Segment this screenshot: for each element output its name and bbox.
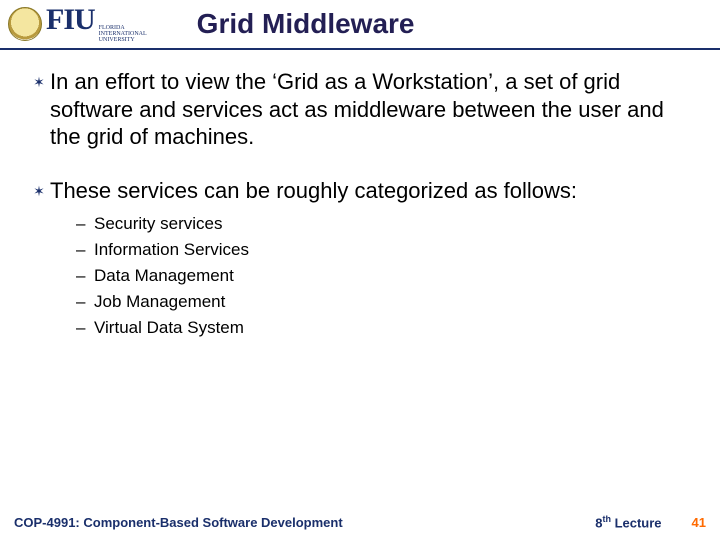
page-number: 41 bbox=[692, 515, 706, 530]
sublist-item: – Job Management bbox=[76, 292, 692, 312]
footer: COP-4991: Component-Based Software Devel… bbox=[0, 514, 720, 530]
sublist-item: – Security services bbox=[76, 214, 692, 234]
bullet-star-icon: ✶ bbox=[28, 177, 50, 200]
fiu-logo-text: FIU bbox=[46, 5, 95, 35]
slide-title: Grid Middleware bbox=[147, 8, 712, 40]
header: FIU FLORIDA INTERNATIONAL UNIVERSITY Gri… bbox=[0, 0, 720, 50]
fiu-logo: FIU FLORIDA INTERNATIONAL UNIVERSITY bbox=[46, 5, 147, 43]
sublist: – Security services – Information Servic… bbox=[76, 214, 692, 338]
dash-icon: – bbox=[76, 240, 94, 260]
bullet-item: ✶ In an effort to view the ‘Grid as a Wo… bbox=[28, 68, 692, 151]
sublist-text: Information Services bbox=[94, 240, 249, 260]
footer-left: COP-4991: Component-Based Software Devel… bbox=[14, 515, 595, 530]
bullet-star-icon: ✶ bbox=[28, 68, 50, 91]
sublist-text: Virtual Data System bbox=[94, 318, 244, 338]
sublist-text: Security services bbox=[94, 214, 222, 234]
university-seal-icon bbox=[8, 7, 42, 41]
slide-body: ✶ In an effort to view the ‘Grid as a Wo… bbox=[0, 50, 720, 338]
sublist-item: – Information Services bbox=[76, 240, 692, 260]
logo-group: FIU FLORIDA INTERNATIONAL UNIVERSITY bbox=[8, 5, 147, 43]
bullet-text: In an effort to view the ‘Grid as a Work… bbox=[50, 68, 692, 151]
fiu-logo-subtext: FLORIDA INTERNATIONAL UNIVERSITY bbox=[99, 25, 147, 43]
dash-icon: – bbox=[76, 318, 94, 338]
sublist-item: – Data Management bbox=[76, 266, 692, 286]
dash-icon: – bbox=[76, 292, 94, 312]
dash-icon: – bbox=[76, 214, 94, 234]
footer-center: 8th Lecture bbox=[595, 514, 661, 530]
sublist-text: Data Management bbox=[94, 266, 234, 286]
sublist-text: Job Management bbox=[94, 292, 225, 312]
bullet-text: These services can be roughly categorize… bbox=[50, 177, 692, 205]
sublist-item: – Virtual Data System bbox=[76, 318, 692, 338]
dash-icon: – bbox=[76, 266, 94, 286]
bullet-item: ✶ These services can be roughly categori… bbox=[28, 177, 692, 205]
